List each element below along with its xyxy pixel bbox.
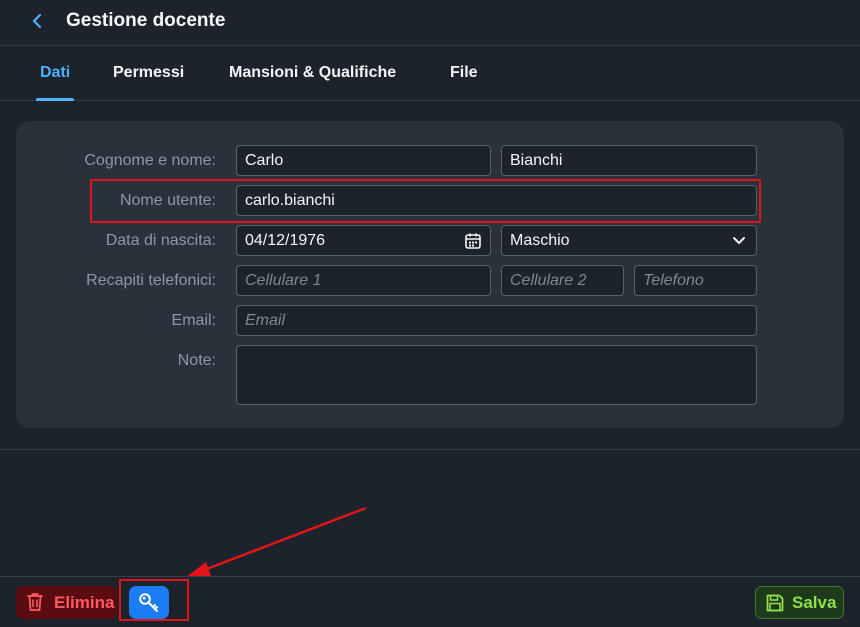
calendar-icon[interactable] <box>464 232 482 250</box>
tab-file[interactable]: File <box>450 46 478 101</box>
save-label: Salva <box>792 593 837 612</box>
delete-button[interactable]: Elimina <box>16 586 117 619</box>
username-input[interactable]: carlo.bianchi <box>236 185 757 216</box>
key-icon <box>139 592 158 612</box>
name-label: Cognome e nome: <box>84 152 216 169</box>
username-label: Nome utente: <box>119 192 216 209</box>
delete-label: Elimina <box>54 593 115 612</box>
gender-select[interactable]: Maschio <box>501 225 757 256</box>
footer-toolbar: Elimina Salva <box>0 576 860 627</box>
mobile1-input[interactable]: Cellulare 1 <box>236 265 491 296</box>
floppy-disk-icon <box>766 594 784 612</box>
back-icon[interactable] <box>28 10 46 32</box>
birth-date-value: 04/12/1976 <box>245 232 326 249</box>
birth-date-input[interactable]: 04/12/1976 <box>236 225 491 256</box>
notes-textarea[interactable] <box>236 345 757 405</box>
gender-value: Maschio <box>510 232 570 249</box>
notes-label: Note: <box>177 352 216 369</box>
first-name-input[interactable]: Carlo <box>236 145 491 176</box>
tab-bar: Dati Permessi Mansioni & Qualifiche File <box>0 46 860 101</box>
divider <box>0 449 860 450</box>
mobile2-input[interactable]: Cellulare 2 <box>501 265 624 296</box>
save-button[interactable]: Salva <box>755 586 844 619</box>
tab-permessi[interactable]: Permessi <box>113 46 184 101</box>
chevron-down-icon <box>733 237 745 244</box>
tab-dati[interactable]: Dati <box>35 46 75 101</box>
reset-credentials-button[interactable] <box>129 586 169 619</box>
birth-date-label: Data di nascita: <box>105 232 216 249</box>
trash-icon <box>27 593 43 611</box>
email-input[interactable]: Email <box>236 305 757 336</box>
tab-mansioni-qualifiche[interactable]: Mansioni & Qualifiche <box>229 46 396 101</box>
phones-label: Recapiti telefonici: <box>86 272 216 289</box>
phone-input[interactable]: Telefono <box>634 265 757 296</box>
page-title: Gestione docente <box>66 10 226 31</box>
last-name-input[interactable]: Bianchi <box>501 145 757 176</box>
app-header: Gestione docente <box>0 0 860 46</box>
email-label: Email: <box>171 312 216 329</box>
